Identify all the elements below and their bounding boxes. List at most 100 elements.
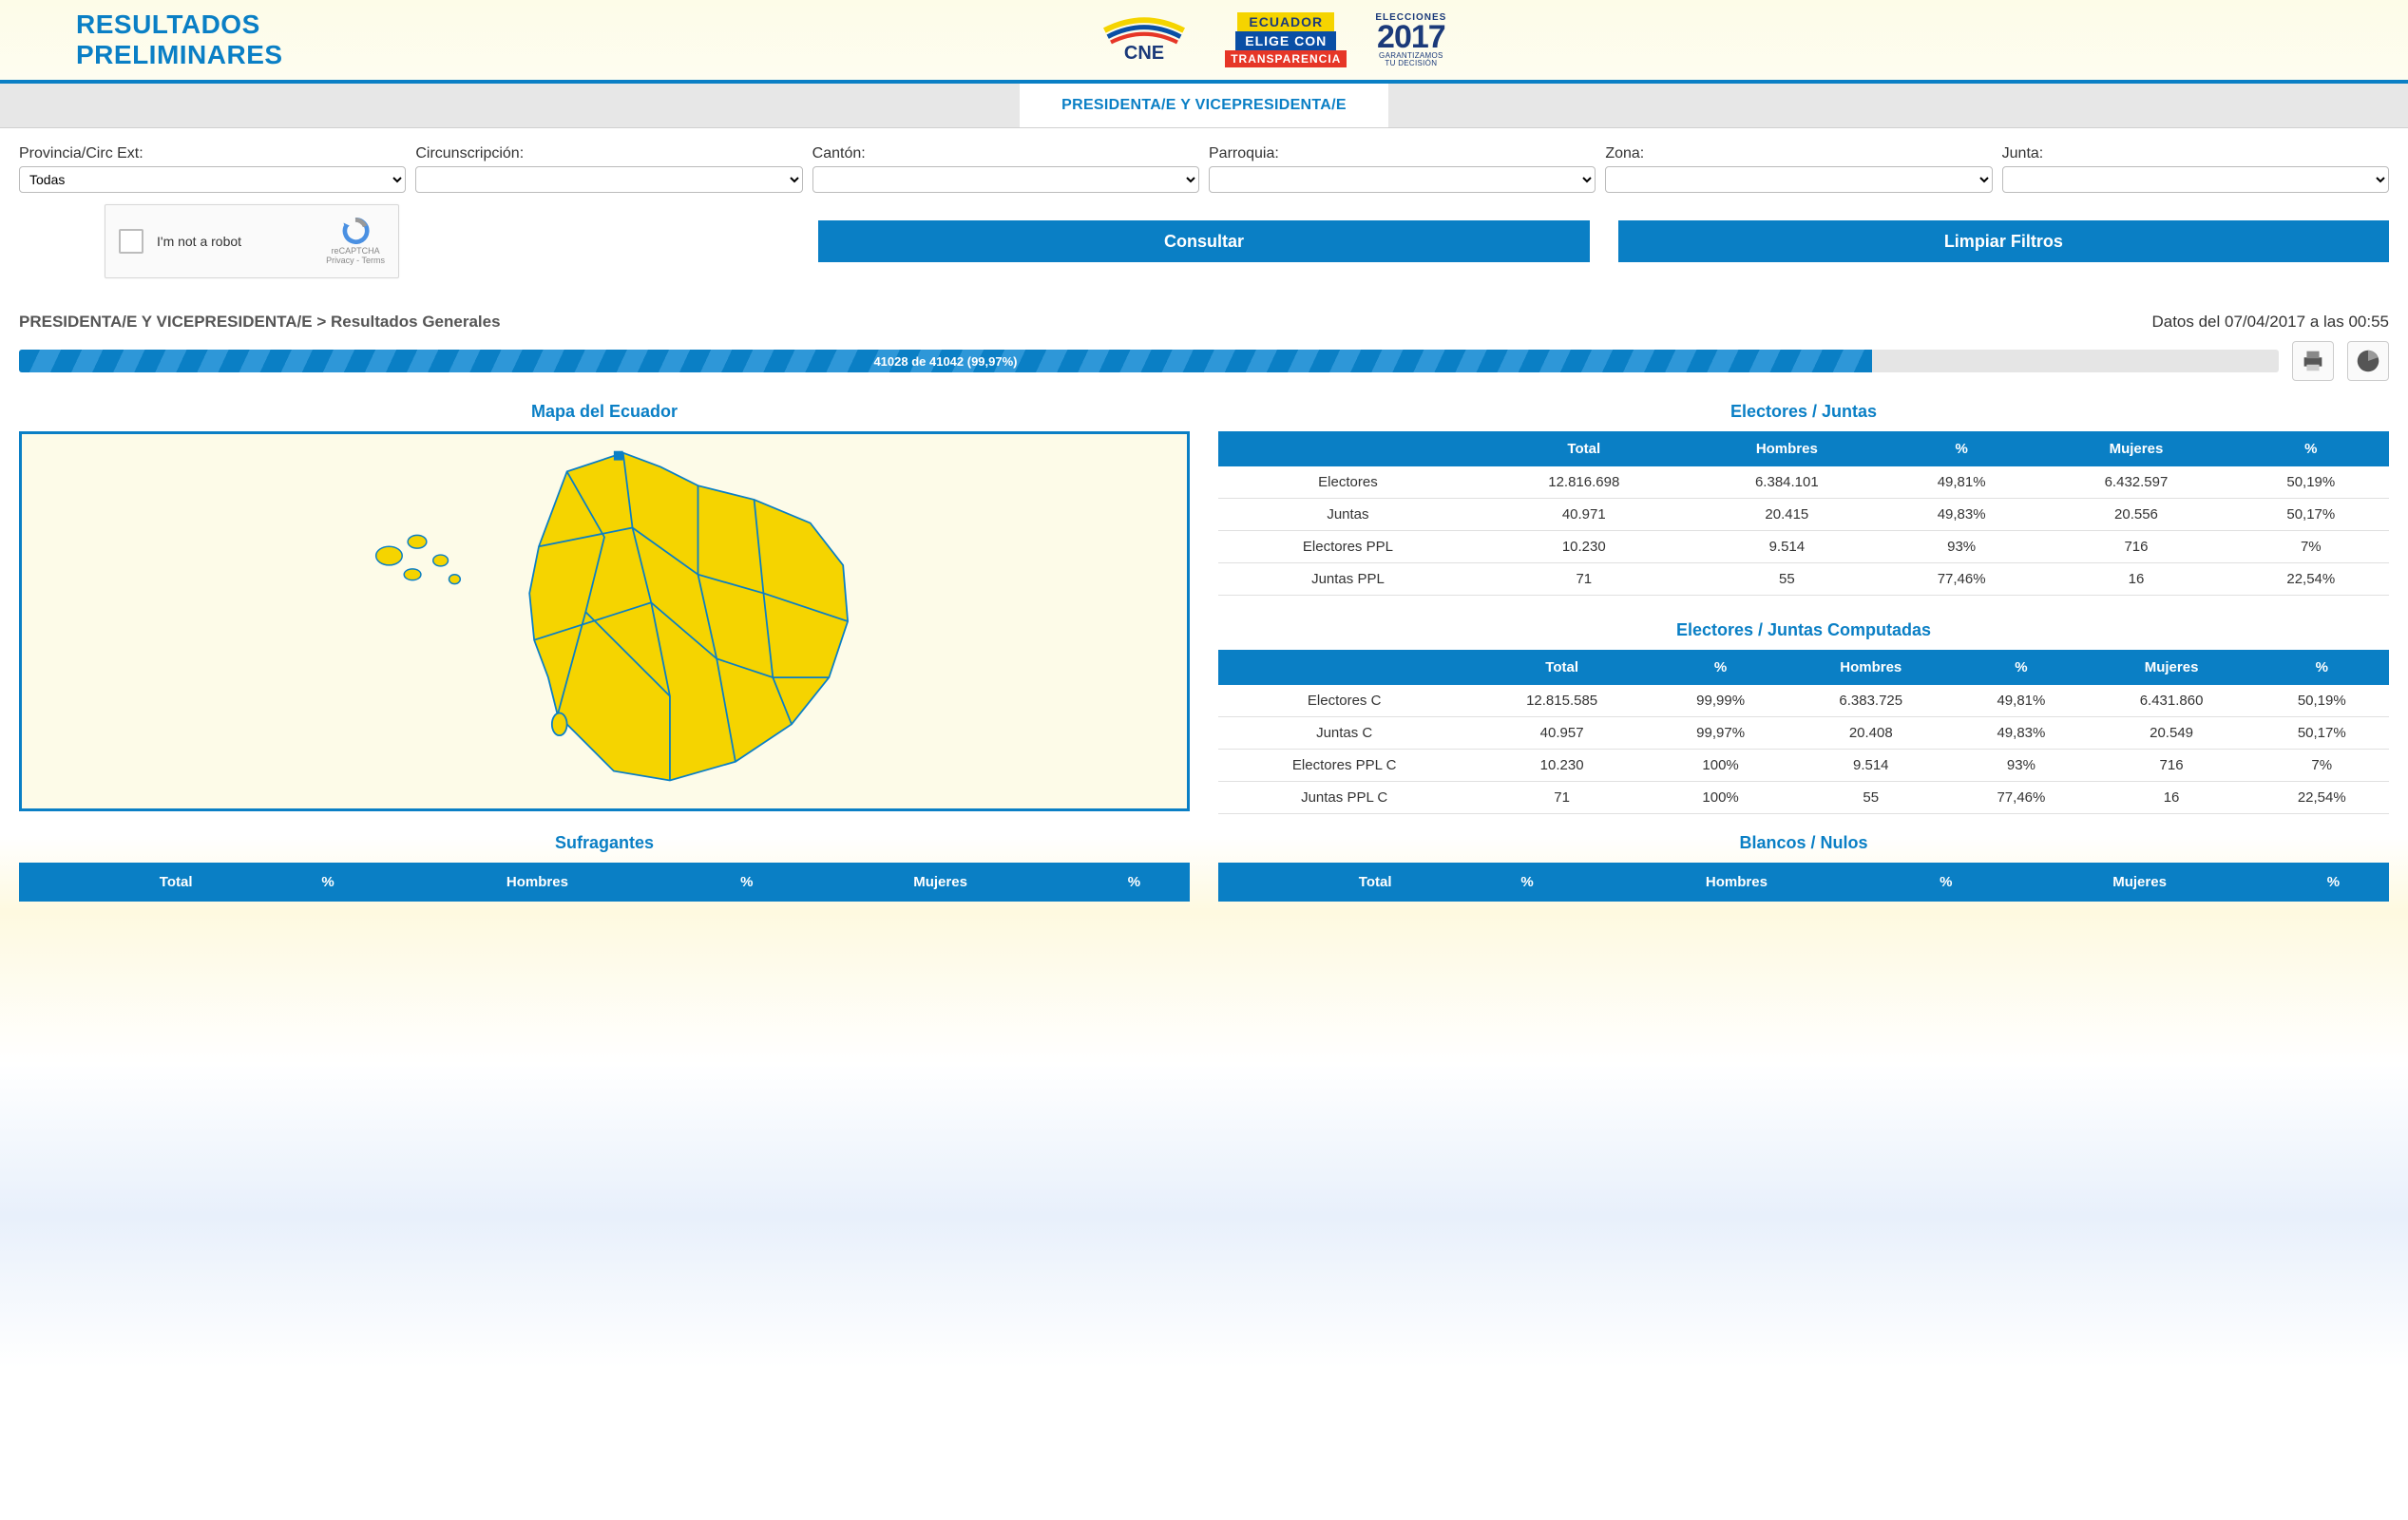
- junta-select[interactable]: [2002, 166, 2389, 193]
- recaptcha-checkbox[interactable]: [119, 229, 143, 254]
- table-cell: 93%: [1883, 531, 2039, 563]
- table-cell: 10.230: [1470, 750, 1653, 782]
- limpiar-filtros-button[interactable]: Limpiar Filtros: [1618, 220, 2389, 262]
- map-section: Mapa del Ecuador: [19, 402, 1190, 814]
- table-cell: 716: [2039, 531, 2232, 563]
- table-header: Total: [1470, 650, 1653, 685]
- cne-logo: CNE: [1092, 16, 1196, 64]
- table-cell: 7%: [2233, 531, 2389, 563]
- table-cell: 49,81%: [1954, 685, 2088, 717]
- table-cell: 12.816.698: [1478, 466, 1691, 499]
- table-header: [1218, 431, 1478, 466]
- table-cell: 40.957: [1470, 717, 1653, 750]
- blancos-title: Blancos / Nulos: [1218, 833, 2389, 853]
- table-header: Mujeres: [2039, 431, 2232, 466]
- blancos-section: Blancos / Nulos Total%Hombres%Mujeres%: [1218, 833, 2389, 902]
- svg-text:CNE: CNE: [1124, 43, 1164, 64]
- zona-select[interactable]: [1605, 166, 1992, 193]
- table-cell: Electores C: [1218, 685, 1470, 717]
- table-cell: 71: [1470, 782, 1653, 814]
- table-header: %: [1890, 863, 2001, 902]
- canton-label: Cantón:: [812, 145, 1199, 162]
- table-cell: Electores PPL: [1218, 531, 1478, 563]
- breadcrumb-row: PRESIDENTA/E Y VICEPRESIDENTA/E > Result…: [0, 295, 2408, 341]
- table-cell: 99,99%: [1653, 685, 1787, 717]
- table-header: [1218, 650, 1470, 685]
- provincia-select[interactable]: Todas: [19, 166, 406, 193]
- breadcrumb: PRESIDENTA/E Y VICEPRESIDENTA/E > Result…: [19, 313, 501, 332]
- table-header: Hombres: [1583, 863, 1891, 902]
- year-sub2: TU DECISIÓN: [1375, 60, 1446, 67]
- table-cell: 55: [1787, 782, 1954, 814]
- table-row: Electores PPL10.2309.51493%7167%: [1218, 531, 2389, 563]
- table-header: [19, 863, 80, 902]
- title-line2: PRELIMINARES: [76, 40, 283, 70]
- zona-label: Zona:: [1605, 145, 1992, 162]
- table-header: %: [2255, 650, 2389, 685]
- sufragantes-title: Sufragantes: [19, 833, 1190, 853]
- table-cell: 99,97%: [1653, 717, 1787, 750]
- table-cell: 71: [1478, 563, 1691, 596]
- table-header: %: [1883, 431, 2039, 466]
- recaptcha-label: I'm not a robot: [157, 234, 313, 249]
- table-header: %: [1471, 863, 1582, 902]
- table-cell: 16: [2039, 563, 2232, 596]
- table-cell: 50,17%: [2255, 717, 2389, 750]
- table-cell: 6.432.597: [2039, 466, 2232, 499]
- table-cell: 12.815.585: [1470, 685, 1653, 717]
- table-cell: Juntas PPL: [1218, 563, 1478, 596]
- tab-presidente[interactable]: PRESIDENTA/E Y VICEPRESIDENTA/E: [1020, 84, 1388, 127]
- electores-table: TotalHombres%Mujeres% Electores12.816.69…: [1218, 431, 2389, 596]
- year: 2017: [1375, 23, 1446, 52]
- table-header: Mujeres: [2089, 650, 2255, 685]
- eligecon-l2: ELIGE CON: [1235, 31, 1336, 50]
- table-header: Hombres: [384, 863, 692, 902]
- recaptcha-logo: reCAPTCHA Privacy - Terms: [326, 218, 385, 267]
- table-cell: 7%: [2255, 750, 2389, 782]
- table-cell: Electores: [1218, 466, 1478, 499]
- table-cell: 100%: [1653, 782, 1787, 814]
- table-row: Electores12.816.6986.384.10149,81%6.432.…: [1218, 466, 2389, 499]
- table-cell: 77,46%: [1954, 782, 2088, 814]
- table-cell: 100%: [1653, 750, 1787, 782]
- table-cell: Juntas PPL C: [1218, 782, 1470, 814]
- table-header: Hombres: [1691, 431, 1883, 466]
- table-header: [1218, 863, 1279, 902]
- parroquia-label: Parroquia:: [1209, 145, 1596, 162]
- table-cell: 6.383.725: [1787, 685, 1954, 717]
- table-cell: 50,17%: [2233, 499, 2389, 531]
- table-header: %: [1653, 650, 1787, 685]
- tables-section: Electores / Juntas TotalHombres%Mujeres%…: [1218, 402, 2389, 814]
- table-header: %: [272, 863, 383, 902]
- table-cell: 49,81%: [1883, 466, 2039, 499]
- table-header: %: [2278, 863, 2389, 902]
- table-row: Juntas PPL715577,46%1622,54%: [1218, 563, 2389, 596]
- table-cell: 20.408: [1787, 717, 1954, 750]
- canton-select[interactable]: [812, 166, 1199, 193]
- table-cell: 20.556: [2039, 499, 2232, 531]
- sufragantes-section: Sufragantes Total%Hombres%Mujeres%: [19, 833, 1190, 902]
- table-header: Total: [80, 863, 273, 902]
- table-cell: 9.514: [1691, 531, 1883, 563]
- junta-label: Junta:: [2002, 145, 2389, 162]
- circunscripcion-select[interactable]: [415, 166, 802, 193]
- table-row: Juntas40.97120.41549,83%20.55650,17%: [1218, 499, 2389, 531]
- recaptcha-widget[interactable]: I'm not a robot reCAPTCHA Privacy - Term…: [105, 204, 399, 278]
- header-logos: CNE ECUADOR ELIGE CON TRANSPARENCIA ELEC…: [1092, 12, 1446, 67]
- table-row: Electores C12.815.58599,99%6.383.72549,8…: [1218, 685, 2389, 717]
- ecuador-map[interactable]: [19, 431, 1190, 811]
- consultar-button[interactable]: Consultar: [818, 220, 1589, 262]
- title-line1: RESULTADOS: [76, 10, 283, 40]
- eligecon-l1: ECUADOR: [1237, 12, 1334, 31]
- progress-fill: 41028 de 41042 (99,97%): [19, 350, 1872, 372]
- circunscripcion-label: Circunscripción:: [415, 145, 802, 162]
- chart-button[interactable]: [2347, 341, 2389, 381]
- table-cell: 6.431.860: [2089, 685, 2255, 717]
- parroquia-select[interactable]: [1209, 166, 1596, 193]
- table-header: Total: [1279, 863, 1472, 902]
- table-row: Juntas C40.95799,97%20.40849,83%20.54950…: [1218, 717, 2389, 750]
- table-header: %: [1954, 650, 2088, 685]
- print-button[interactable]: [2292, 341, 2334, 381]
- table-header: Mujeres: [2001, 863, 2277, 902]
- provincia-label: Provincia/Circ Ext:: [19, 145, 406, 162]
